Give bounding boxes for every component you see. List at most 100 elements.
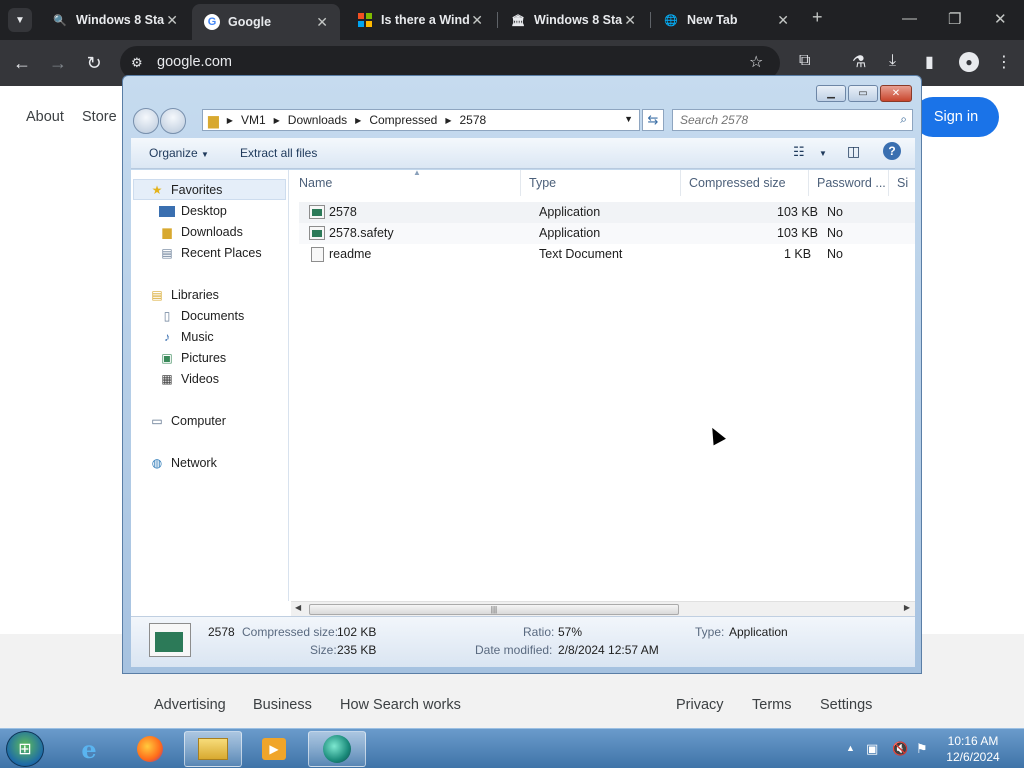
terms-link[interactable]: Terms xyxy=(752,697,791,713)
column-header-compressed-size[interactable]: Compressed size xyxy=(681,170,809,196)
view-dropdown-icon[interactable]: ▼ xyxy=(819,149,827,158)
scroll-left-icon[interactable]: ◀ xyxy=(295,603,301,612)
explorer-forward-button[interactable] xyxy=(160,108,186,134)
tab-new-tab[interactable]: 🌐 New Tab ✕ xyxy=(651,6,801,34)
windows-explorer-icon[interactable] xyxy=(184,731,242,767)
nav-pictures[interactable]: ▣ Pictures xyxy=(159,351,226,365)
nav-videos[interactable]: ▦ Videos xyxy=(159,372,219,386)
address-dropdown-icon[interactable]: ▼ xyxy=(624,114,633,124)
breadcrumb-arrow-icon[interactable]: ▶ xyxy=(355,116,361,125)
search-icon[interactable]: ⌕ xyxy=(900,112,907,127)
internet-explorer-icon[interactable]: e xyxy=(60,731,118,767)
back-arrow-icon[interactable]: ← xyxy=(9,50,35,76)
nav-label: Desktop xyxy=(181,204,227,218)
side-panel-icon[interactable]: ▮ xyxy=(925,52,934,72)
nav-libraries[interactable]: ▤ Libraries xyxy=(149,288,219,302)
sign-in-button[interactable]: Sign in xyxy=(913,97,999,137)
breadcrumb-compressed[interactable]: Compressed xyxy=(369,113,437,127)
breadcrumb-2578[interactable]: 2578 xyxy=(460,113,487,127)
details-date-label: Date modified: xyxy=(475,643,553,657)
horizontal-scrollbar[interactable]: ◀ ||| ▶ xyxy=(291,601,915,616)
close-tab-icon[interactable]: ✕ xyxy=(316,14,328,31)
nav-label: Recent Places xyxy=(181,246,262,260)
close-window-icon[interactable]: ✕ xyxy=(994,10,1007,28)
change-view-icon[interactable]: ☷ xyxy=(793,144,805,160)
about-link[interactable]: About xyxy=(26,109,64,125)
column-header-password[interactable]: Password ... xyxy=(809,170,889,196)
privacy-link[interactable]: Privacy xyxy=(676,697,724,713)
breadcrumb-arrow-icon[interactable]: ▶ xyxy=(445,116,451,125)
nav-music[interactable]: ♪ Music xyxy=(159,330,214,344)
media-player-icon[interactable]: ▶ xyxy=(245,731,303,767)
file-row[interactable]: 2578 Application 103 KB No xyxy=(299,202,915,223)
network-status-icon[interactable]: ▣ xyxy=(866,741,878,757)
system-clock[interactable]: 10:16 AM 12/6/2024 xyxy=(940,733,1006,765)
close-tab-icon[interactable]: ✕ xyxy=(777,12,789,29)
tab-search-button[interactable]: ▼ xyxy=(8,8,32,32)
nav-network[interactable]: ◍ Network xyxy=(149,456,217,470)
volume-muted-icon[interactable]: 🔇 xyxy=(892,741,908,757)
breadcrumb-downloads[interactable]: Downloads xyxy=(288,113,347,127)
close-tab-icon[interactable]: ✕ xyxy=(624,12,636,29)
refresh-icon[interactable]: ⇆ xyxy=(642,109,664,131)
nav-computer[interactable]: ▭ Computer xyxy=(149,414,226,428)
nav-favorites[interactable]: ★ Favorites xyxy=(149,183,223,197)
tab-windows-8-sta-1[interactable]: 🔍 Windows 8 Sta ✕ xyxy=(40,6,190,34)
explorer-close-button[interactable]: ✕ xyxy=(880,85,912,102)
scroll-right-icon[interactable]: ▶ xyxy=(904,603,910,612)
minimize-icon[interactable]: — xyxy=(902,10,917,27)
extract-all-files-button[interactable]: Extract all files xyxy=(240,146,317,160)
labs-flask-icon[interactable]: ⚗ xyxy=(852,52,866,72)
extensions-icon[interactable]: ⧉ xyxy=(799,52,810,70)
new-tab-icon[interactable]: + xyxy=(812,7,823,28)
store-link[interactable]: Store xyxy=(82,109,117,125)
tab-google[interactable]: G Google ✕ xyxy=(192,4,340,40)
action-center-flag-icon[interactable]: ⚑ xyxy=(916,741,928,757)
file-type: Text Document xyxy=(539,247,623,261)
preview-pane-icon[interactable]: ◫ xyxy=(847,143,860,160)
file-row[interactable]: readme Text Document 1 KB No xyxy=(299,244,915,265)
site-info-icon[interactable]: ⚙ xyxy=(131,55,143,71)
explorer-search-box[interactable]: ⌕ xyxy=(672,109,913,131)
explorer-back-button[interactable] xyxy=(133,108,159,134)
scrollbar-thumb[interactable]: ||| xyxy=(309,604,679,615)
forward-arrow-icon[interactable]: → xyxy=(45,50,71,76)
settings-link[interactable]: Settings xyxy=(820,697,872,713)
explorer-minimize-button[interactable]: ▁ xyxy=(816,85,846,102)
breadcrumb-vm1[interactable]: VM1 xyxy=(241,113,266,127)
nav-downloads[interactable]: ▆ Downloads xyxy=(159,225,242,239)
column-header-size[interactable]: Si xyxy=(889,170,915,196)
search-input[interactable] xyxy=(680,110,890,130)
archive-app-icon[interactable] xyxy=(308,731,366,767)
close-tab-icon[interactable]: ✕ xyxy=(166,12,178,29)
url-text[interactable]: google.com xyxy=(157,54,232,70)
nav-recent-places[interactable]: ▤ Recent Places xyxy=(159,246,262,260)
help-icon[interactable]: ? xyxy=(883,142,901,160)
business-link[interactable]: Business xyxy=(253,697,312,713)
menu-kebab-icon[interactable]: ⋮ xyxy=(996,52,1012,72)
restore-icon[interactable]: ❐ xyxy=(948,10,961,28)
tab-is-there-a-wind[interactable]: Is there a Wind ✕ xyxy=(345,6,495,34)
reload-icon[interactable]: ↻ xyxy=(81,50,107,76)
organize-button[interactable]: Organize ▼ xyxy=(149,146,209,160)
breadcrumb-arrow-icon[interactable]: ▶ xyxy=(227,116,233,125)
how-search-works-link[interactable]: How Search works xyxy=(340,697,461,713)
show-hidden-icons-icon[interactable]: ▲ xyxy=(846,743,855,753)
download-icon[interactable]: ⤓ xyxy=(889,52,896,70)
bookmark-star-icon[interactable]: ☆ xyxy=(749,52,763,72)
nav-desktop[interactable]: Desktop xyxy=(159,204,227,218)
close-tab-icon[interactable]: ✕ xyxy=(471,12,483,29)
explorer-address-bar[interactable]: ▆ ▶ VM1 ▶ Downloads ▶ Compressed ▶ 2578 … xyxy=(202,109,640,131)
column-header-name[interactable]: Name xyxy=(291,170,521,196)
profile-avatar-icon[interactable]: ● xyxy=(959,52,979,72)
nav-documents[interactable]: ▯ Documents xyxy=(159,309,245,323)
tab-windows-8-sta-2[interactable]: 🏛 Windows 8 Sta ✕ xyxy=(498,6,648,34)
column-header-type[interactable]: Type xyxy=(521,170,681,196)
file-row[interactable]: 2578.safety Application 103 KB No xyxy=(299,223,915,244)
advertising-link[interactable]: Advertising xyxy=(154,697,226,713)
explorer-maximize-button[interactable]: ▭ xyxy=(848,85,878,102)
globe-icon: 🌐 xyxy=(664,14,678,27)
firefox-icon[interactable] xyxy=(121,731,179,767)
breadcrumb-arrow-icon[interactable]: ▶ xyxy=(274,116,280,125)
start-button[interactable]: ⊞ xyxy=(6,731,44,767)
